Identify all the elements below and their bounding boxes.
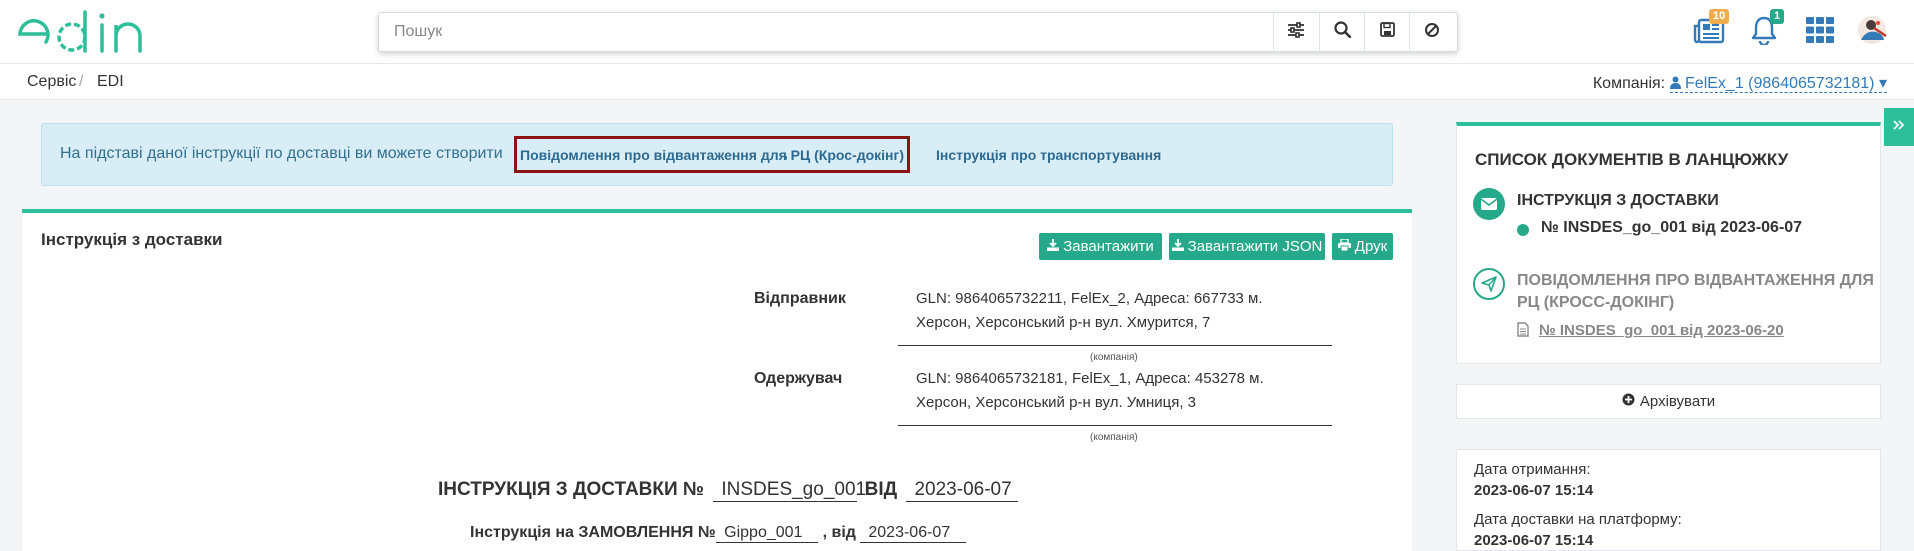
user-icon <box>1669 75 1685 92</box>
chain-item1-title: ІНСТРУКЦІЯ З ДОСТАВКИ <box>1517 192 1719 209</box>
order-date: 2023-06-07 <box>860 524 967 543</box>
order-number: Gippo_001 <box>716 524 819 543</box>
expand-panel-button[interactable] <box>1884 108 1914 146</box>
breadcrumb-bar: Сервіс / EDI Компанія: FelEx_1 (98640657… <box>0 64 1914 100</box>
received-date-label: Дата отримання: <box>1474 461 1591 478</box>
chain-title: СПИСОК ДОКУМЕНТІВ В ЛАНЦЮЖКУ <box>1475 150 1789 169</box>
company-label: Компанія: <box>1592 75 1666 92</box>
caret-down-icon: ▾ <box>1878 75 1887 92</box>
sender-value-line2: Херсон, Херсонський р-н вул. Хмурится, 7 <box>916 314 1211 331</box>
breadcrumb-service[interactable]: Сервіс <box>27 73 76 91</box>
document-info-panel: Дата отримання: 2023-06-07 15:14 Дата до… <box>1456 449 1881 551</box>
news-badge: 10 <box>1709 9 1730 24</box>
sender-caption: (компанія) <box>1090 352 1138 363</box>
order-from: , від <box>822 524 856 541</box>
order-reference: Інструкція на ЗАМОВЛЕННЯ № Gippo_001 , в… <box>470 524 967 543</box>
print-button[interactable]: Друк <box>1332 233 1393 260</box>
plus-circle-icon <box>1622 393 1635 410</box>
order-prefix: Інструкція на ЗАМОВЛЕННЯ № <box>470 524 716 541</box>
create-documents-alert: На підставі даної інструкції по доставці… <box>41 123 1393 186</box>
download-json-label: Завантажити JSON <box>1187 238 1323 255</box>
download-icon <box>1171 238 1184 255</box>
save-search-button[interactable] <box>1364 13 1409 51</box>
notifications-button[interactable]: 1 <box>1746 9 1785 50</box>
save-icon <box>1379 22 1395 42</box>
user-avatar-button[interactable] <box>1854 14 1890 50</box>
document-chain-panel: СПИСОК ДОКУМЕНТІВ В ЛАНЦЮЖКУ ІНСТРУКЦІЯ … <box>1456 122 1881 364</box>
download-button[interactable]: Завантажити <box>1039 233 1162 260</box>
sender-label: Відправник <box>754 290 846 307</box>
search-button[interactable] <box>1319 13 1364 51</box>
cancel-icon <box>1424 22 1440 43</box>
archive-label: Архівувати <box>1639 393 1716 410</box>
receiver-underline <box>898 425 1332 426</box>
send-icon <box>1473 268 1505 300</box>
heading-date: 2023-06-07 <box>906 479 1019 502</box>
heading-from: ВІД <box>864 479 898 500</box>
document-title: Інструкція з доставки <box>41 230 223 249</box>
edin-logo[interactable] <box>16 10 158 56</box>
download-json-button[interactable]: Завантажити JSON <box>1169 233 1325 260</box>
heading-number: INSDES_go_001 <box>713 479 866 502</box>
search-bar <box>378 12 1458 52</box>
alert-separator: , <box>784 145 789 162</box>
received-date-value: 2023-06-07 15:14 <box>1474 482 1594 499</box>
filter-button[interactable] <box>1273 13 1318 51</box>
breadcrumb-edi[interactable]: EDI <box>97 73 124 91</box>
top-bar: 10 1 <box>0 0 1914 64</box>
alert-text: На підставі даної інструкції по доставці… <box>60 145 503 162</box>
filter-icon <box>1287 21 1305 43</box>
chain-item2-doc-link[interactable]: № INSDES_go_001 від 2023-06-20 <box>1539 322 1784 339</box>
apps-menu-button[interactable] <box>1802 14 1838 50</box>
print-icon <box>1337 238 1351 255</box>
file-icon <box>1517 322 1529 342</box>
sender-underline <box>898 345 1332 346</box>
company-value: FelEx_1 (9864065732181) <box>1685 75 1875 92</box>
archive-button[interactable]: Архівувати <box>1456 384 1881 419</box>
receiver-label: Одержувач <box>754 370 843 387</box>
print-label: Друк <box>1354 238 1388 255</box>
breadcrumb-separator: / <box>79 73 84 90</box>
company-dropdown[interactable]: FelEx_1 (9864065732181) ▾ <box>1669 75 1887 93</box>
current-document-dot <box>1517 224 1529 236</box>
heading-prefix: ІНСТРУКЦІЯ З ДОСТАВКИ № <box>438 479 705 500</box>
document-panel: Інструкція з доставки Завантажити Завант… <box>22 209 1412 551</box>
download-label: Завантажити <box>1063 238 1154 255</box>
receiver-value-line2: Херсон, Херсонський р-н вул. Умниця, 3 <box>916 394 1197 411</box>
document-heading: ІНСТРУКЦІЯ З ДОСТАВКИ № INSDES_go_001 ВІ… <box>438 479 1019 502</box>
clear-search-button[interactable] <box>1409 13 1454 51</box>
receiver-value-line1: GLN: 9864065732181, FelEx_1, Адреса: 453… <box>916 370 1264 387</box>
delivered-date-value: 2023-06-07 15:14 <box>1474 532 1594 549</box>
double-chevron-right-icon <box>1893 118 1905 136</box>
delivered-date-label: Дата доставки на платформу: <box>1474 511 1682 528</box>
news-button[interactable]: 10 <box>1691 9 1730 50</box>
chain-item2-title: ПОВІДОМЛЕННЯ ПРО ВІДВАНТАЖЕННЯ ДЛЯ РЦ (К… <box>1517 272 1874 311</box>
envelope-icon <box>1473 188 1505 220</box>
create-cross-docking-link[interactable]: Повідомлення про відвантаження для РЦ (К… <box>514 136 910 173</box>
download-icon <box>1047 238 1060 255</box>
avatar <box>1854 14 1890 51</box>
create-transport-instruction-link[interactable]: Інструкція про транспортування <box>936 147 1161 163</box>
chain-item1-doc: № INSDES_go_001 від 2023-06-07 <box>1541 219 1803 236</box>
notifications-badge: 1 <box>1770 9 1785 24</box>
receiver-caption: (компанія) <box>1090 432 1138 443</box>
company-selector: Компанія: FelEx_1 (9864065732181) ▾ <box>1593 73 1887 93</box>
search-icon <box>1333 21 1351 43</box>
grid-icon <box>1806 16 1834 48</box>
sender-value-line1: GLN: 9864065732211, FelEx_2, Адреса: 667… <box>916 290 1263 307</box>
search-input[interactable] <box>379 13 1279 51</box>
